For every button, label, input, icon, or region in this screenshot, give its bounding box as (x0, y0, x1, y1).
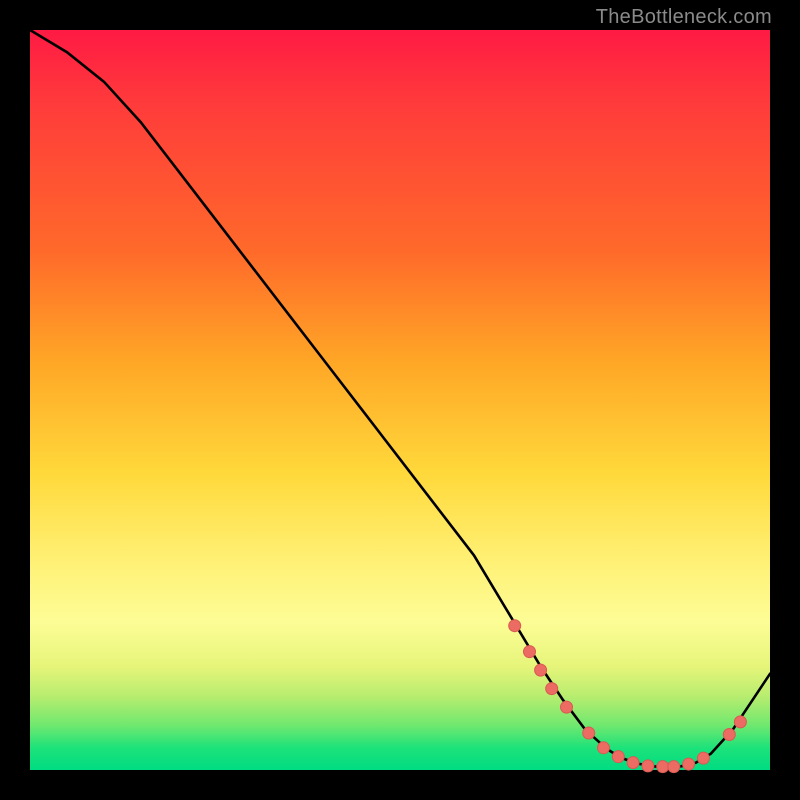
curve-marker (612, 751, 624, 763)
curve-marker (723, 728, 735, 740)
marker-group (509, 620, 747, 773)
curve-marker (697, 752, 709, 764)
curve-marker (627, 757, 639, 769)
plot-area (30, 30, 770, 770)
curve-marker (524, 646, 536, 658)
curve-marker (509, 620, 521, 632)
curve-marker (598, 742, 610, 754)
bottleneck-curve (30, 30, 770, 767)
curve-marker (546, 683, 558, 695)
curve-marker (683, 758, 695, 770)
curve-marker (583, 727, 595, 739)
curve-svg (30, 30, 770, 770)
curve-marker (642, 760, 654, 772)
watermark-text: TheBottleneck.com (596, 6, 772, 29)
curve-marker (535, 664, 547, 676)
curve-marker (561, 701, 573, 713)
curve-marker (657, 761, 669, 773)
chart-container: TheBottleneck.com (0, 0, 800, 800)
curve-marker (734, 716, 746, 728)
curve-marker (668, 761, 680, 773)
